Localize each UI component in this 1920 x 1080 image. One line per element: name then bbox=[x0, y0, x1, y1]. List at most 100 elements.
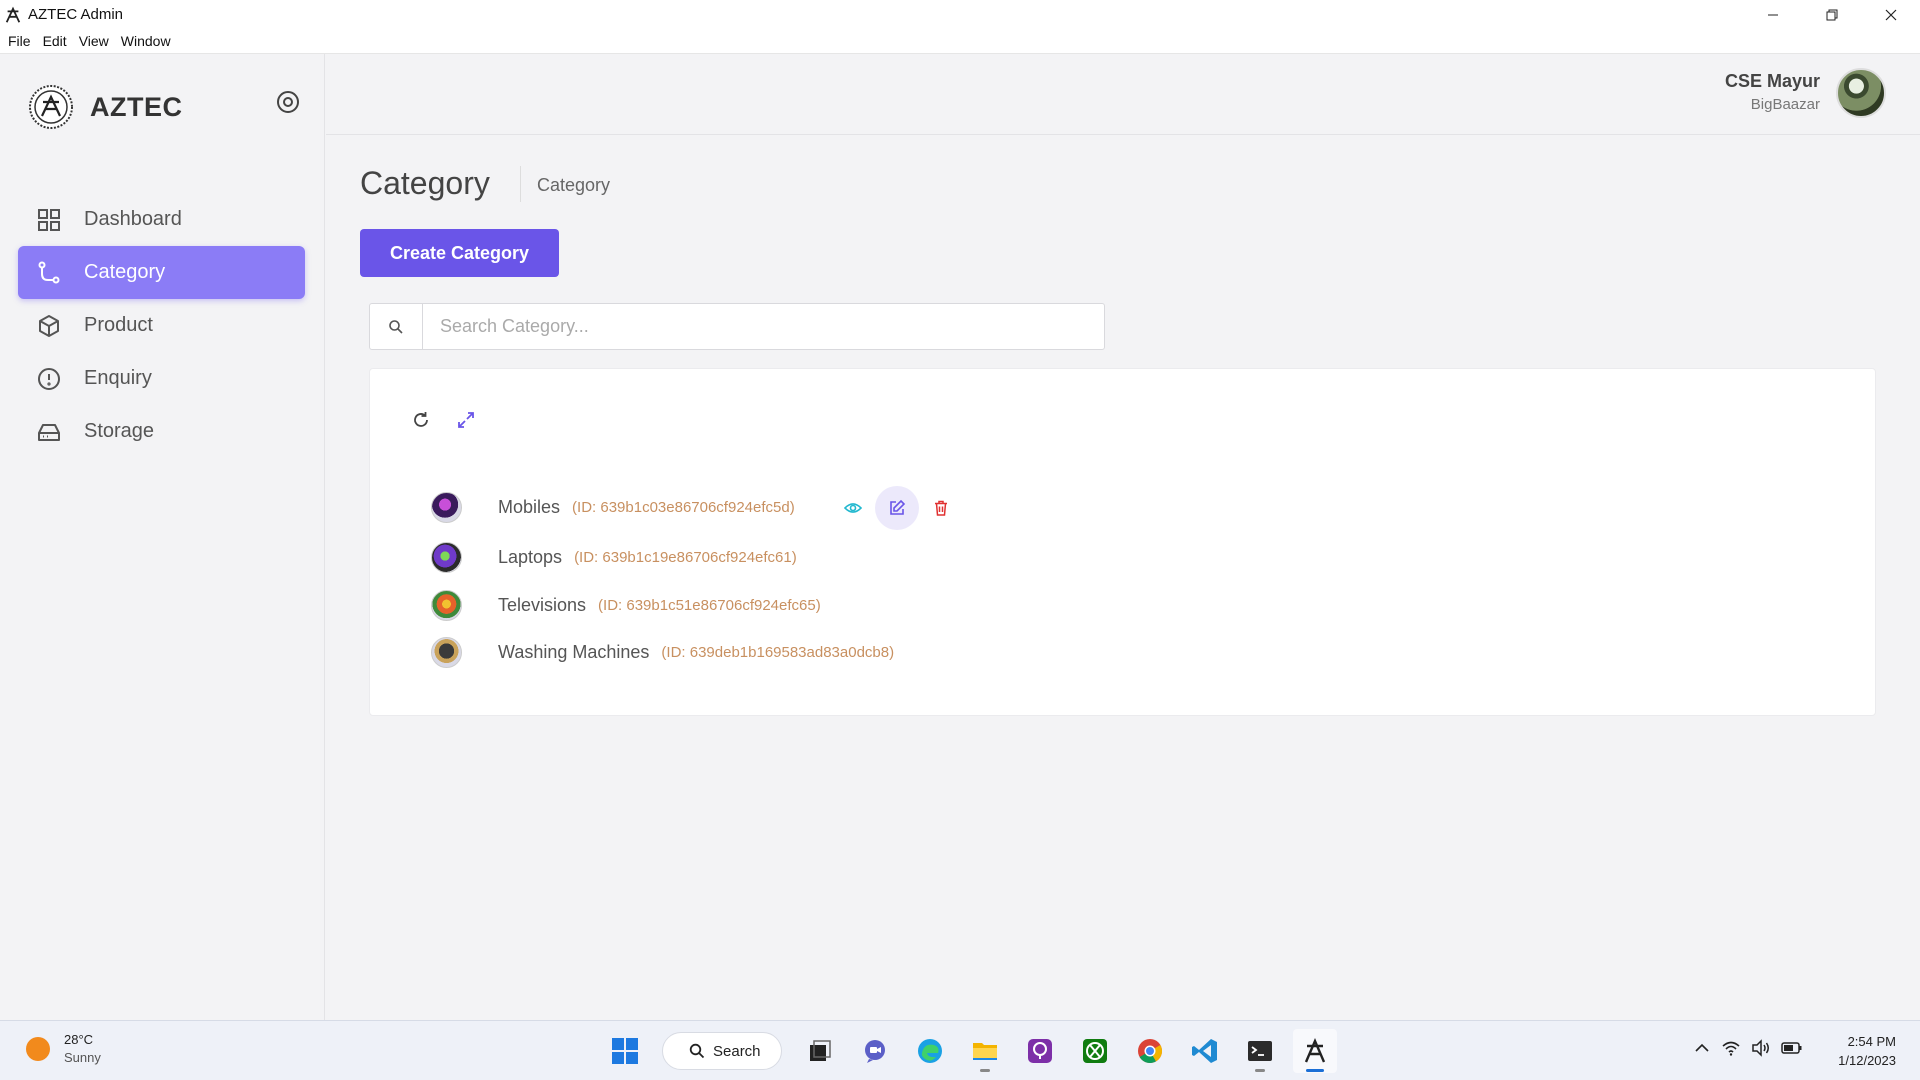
aztec-logo-icon bbox=[29, 85, 73, 129]
breadcrumb: Category bbox=[537, 175, 611, 195]
brand[interactable]: AZTEC bbox=[28, 84, 183, 130]
podcast-app-button[interactable] bbox=[1018, 1029, 1062, 1073]
vscode-button[interactable] bbox=[1183, 1029, 1227, 1073]
sidebar-nav: Dashboard Category Product Enquiry Stora… bbox=[18, 193, 305, 458]
vscode-icon bbox=[1191, 1039, 1217, 1063]
edge-browser-icon bbox=[917, 1039, 942, 1063]
wifi-icon[interactable] bbox=[1721, 1039, 1741, 1057]
sidebar-toggle-icon[interactable] bbox=[274, 88, 302, 116]
sidebar-item-label: Enquiry bbox=[84, 367, 152, 389]
taskbar-search-label: Search bbox=[713, 1042, 761, 1060]
search-icon bbox=[389, 319, 403, 334]
aztec-admin-taskbar-button[interactable] bbox=[1292, 1029, 1337, 1073]
menu-window[interactable]: Window bbox=[121, 33, 171, 49]
taskbar-search[interactable]: Search bbox=[662, 1032, 782, 1070]
volume-icon[interactable] bbox=[1751, 1039, 1771, 1057]
category-id: (ID: 639b1c19e86706cf924efc61) bbox=[574, 549, 797, 567]
list-item[interactable]: Washing Machines (ID: 639deb1b169583ad83… bbox=[431, 629, 963, 677]
chevron-up-icon[interactable] bbox=[1693, 1039, 1711, 1057]
list-item[interactable]: Mobiles (ID: 639b1c03e86706cf924efc5d) bbox=[431, 481, 963, 534]
list-item[interactable]: Laptops (ID: 639b1c19e86706cf924efc61) bbox=[431, 534, 963, 582]
sidebar-item-label: Dashboard bbox=[84, 208, 182, 230]
breadcrumb-divider bbox=[520, 166, 521, 202]
close-window-button[interactable] bbox=[1861, 0, 1920, 29]
menu-bar: File Edit View Window bbox=[0, 29, 1920, 54]
sidebar-item-storage[interactable]: Storage bbox=[18, 405, 305, 458]
sidebar-item-label: Product bbox=[84, 314, 153, 336]
podcast-app-icon bbox=[1027, 1039, 1052, 1063]
minimize-icon bbox=[1767, 14, 1778, 15]
date: 1/12/2023 bbox=[1838, 1053, 1896, 1068]
start-button[interactable] bbox=[603, 1029, 647, 1073]
delete-button[interactable] bbox=[919, 486, 963, 530]
battery-icon[interactable] bbox=[1781, 1039, 1803, 1057]
edge-button[interactable] bbox=[908, 1029, 952, 1073]
running-indicator bbox=[979, 1069, 990, 1072]
clock[interactable]: 2:54 PM 1/12/2023 bbox=[1838, 1032, 1896, 1070]
task-view-button[interactable] bbox=[798, 1029, 842, 1073]
menu-view[interactable]: View bbox=[79, 33, 109, 49]
user-info[interactable]: CSE Mayur BigBaazar bbox=[1725, 71, 1820, 113]
category-id: (ID: 639deb1b169583ad83a0dcb8) bbox=[661, 644, 895, 662]
chrome-icon bbox=[1137, 1039, 1162, 1064]
view-button[interactable] bbox=[831, 486, 875, 530]
box-icon bbox=[39, 314, 59, 337]
restore-icon bbox=[1826, 9, 1837, 20]
aztec-app-icon bbox=[1304, 1037, 1325, 1063]
category-thumbnail bbox=[431, 637, 462, 669]
weather-condition: Sunny bbox=[64, 1050, 101, 1065]
hard-drive-icon bbox=[38, 423, 60, 441]
minimize-button[interactable] bbox=[1743, 0, 1802, 29]
edit-button[interactable] bbox=[874, 485, 919, 530]
file-explorer-button[interactable] bbox=[963, 1029, 1007, 1073]
close-icon bbox=[1885, 9, 1896, 20]
category-thumbnail bbox=[431, 542, 462, 574]
sidebar-item-dashboard[interactable]: Dashboard bbox=[18, 193, 305, 246]
avatar[interactable] bbox=[1836, 68, 1886, 118]
sidebar-item-category[interactable]: Category bbox=[18, 246, 305, 299]
refresh-icon[interactable] bbox=[410, 409, 432, 431]
brand-name: AZTEC bbox=[90, 91, 183, 122]
running-indicator bbox=[1305, 1069, 1324, 1072]
grid-icon bbox=[38, 208, 60, 231]
restore-button[interactable] bbox=[1802, 0, 1861, 29]
sidebar-item-product[interactable]: Product bbox=[18, 299, 305, 352]
weather-widget[interactable]: 28°C Sunny bbox=[26, 1031, 101, 1067]
taskbar: 28°C Sunny Search 2:54 PM 1/12/2023 bbox=[0, 1020, 1920, 1080]
eye-icon bbox=[843, 502, 862, 513]
category-id: (ID: 639b1c03e86706cf924efc5d) bbox=[572, 499, 795, 516]
terminal-icon bbox=[1247, 1041, 1272, 1061]
terminal-button[interactable] bbox=[1238, 1029, 1282, 1073]
chrome-button[interactable] bbox=[1128, 1029, 1172, 1073]
xbox-button[interactable] bbox=[1073, 1029, 1117, 1073]
search-input[interactable] bbox=[423, 304, 1104, 349]
edit-icon bbox=[889, 499, 905, 515]
category-name: Televisions bbox=[498, 594, 587, 615]
temperature: 28°C bbox=[64, 1032, 94, 1047]
expand-icon[interactable] bbox=[455, 409, 477, 431]
menu-edit[interactable]: Edit bbox=[43, 33, 67, 49]
sun-icon bbox=[26, 1037, 50, 1061]
top-header: CSE Mayur BigBaazar bbox=[326, 54, 1920, 135]
time: 2:54 PM bbox=[1847, 1034, 1896, 1049]
category-name: Laptops bbox=[498, 547, 563, 568]
category-thumbnail bbox=[431, 492, 462, 523]
user-name: CSE Mayur bbox=[1724, 71, 1820, 91]
menu-file[interactable]: File bbox=[8, 33, 31, 49]
list-item[interactable]: Televisions (ID: 639b1c51e86706cf924efc6… bbox=[431, 582, 963, 630]
category-id: (ID: 639b1c51e86706cf924efc65) bbox=[598, 596, 821, 614]
category-list: Mobiles (ID: 639b1c03e86706cf924efc5d) L… bbox=[431, 481, 963, 677]
category-thumbnail bbox=[431, 589, 462, 621]
user-organization: BigBaazar bbox=[1750, 96, 1820, 113]
category-name: Mobiles bbox=[498, 497, 561, 517]
system-tray bbox=[1688, 1039, 1808, 1057]
title-bar: AZTEC Admin bbox=[0, 0, 1920, 29]
search-icon-box[interactable] bbox=[370, 304, 423, 349]
taskbar-apps: Search bbox=[597, 1029, 1342, 1073]
branch-icon bbox=[38, 261, 60, 283]
teams-chat-button[interactable] bbox=[853, 1029, 897, 1073]
sidebar-item-label: Storage bbox=[84, 420, 155, 442]
sidebar-item-enquiry[interactable]: Enquiry bbox=[18, 352, 305, 405]
create-category-button[interactable]: Create Category bbox=[360, 229, 559, 277]
trash-icon bbox=[934, 500, 947, 516]
